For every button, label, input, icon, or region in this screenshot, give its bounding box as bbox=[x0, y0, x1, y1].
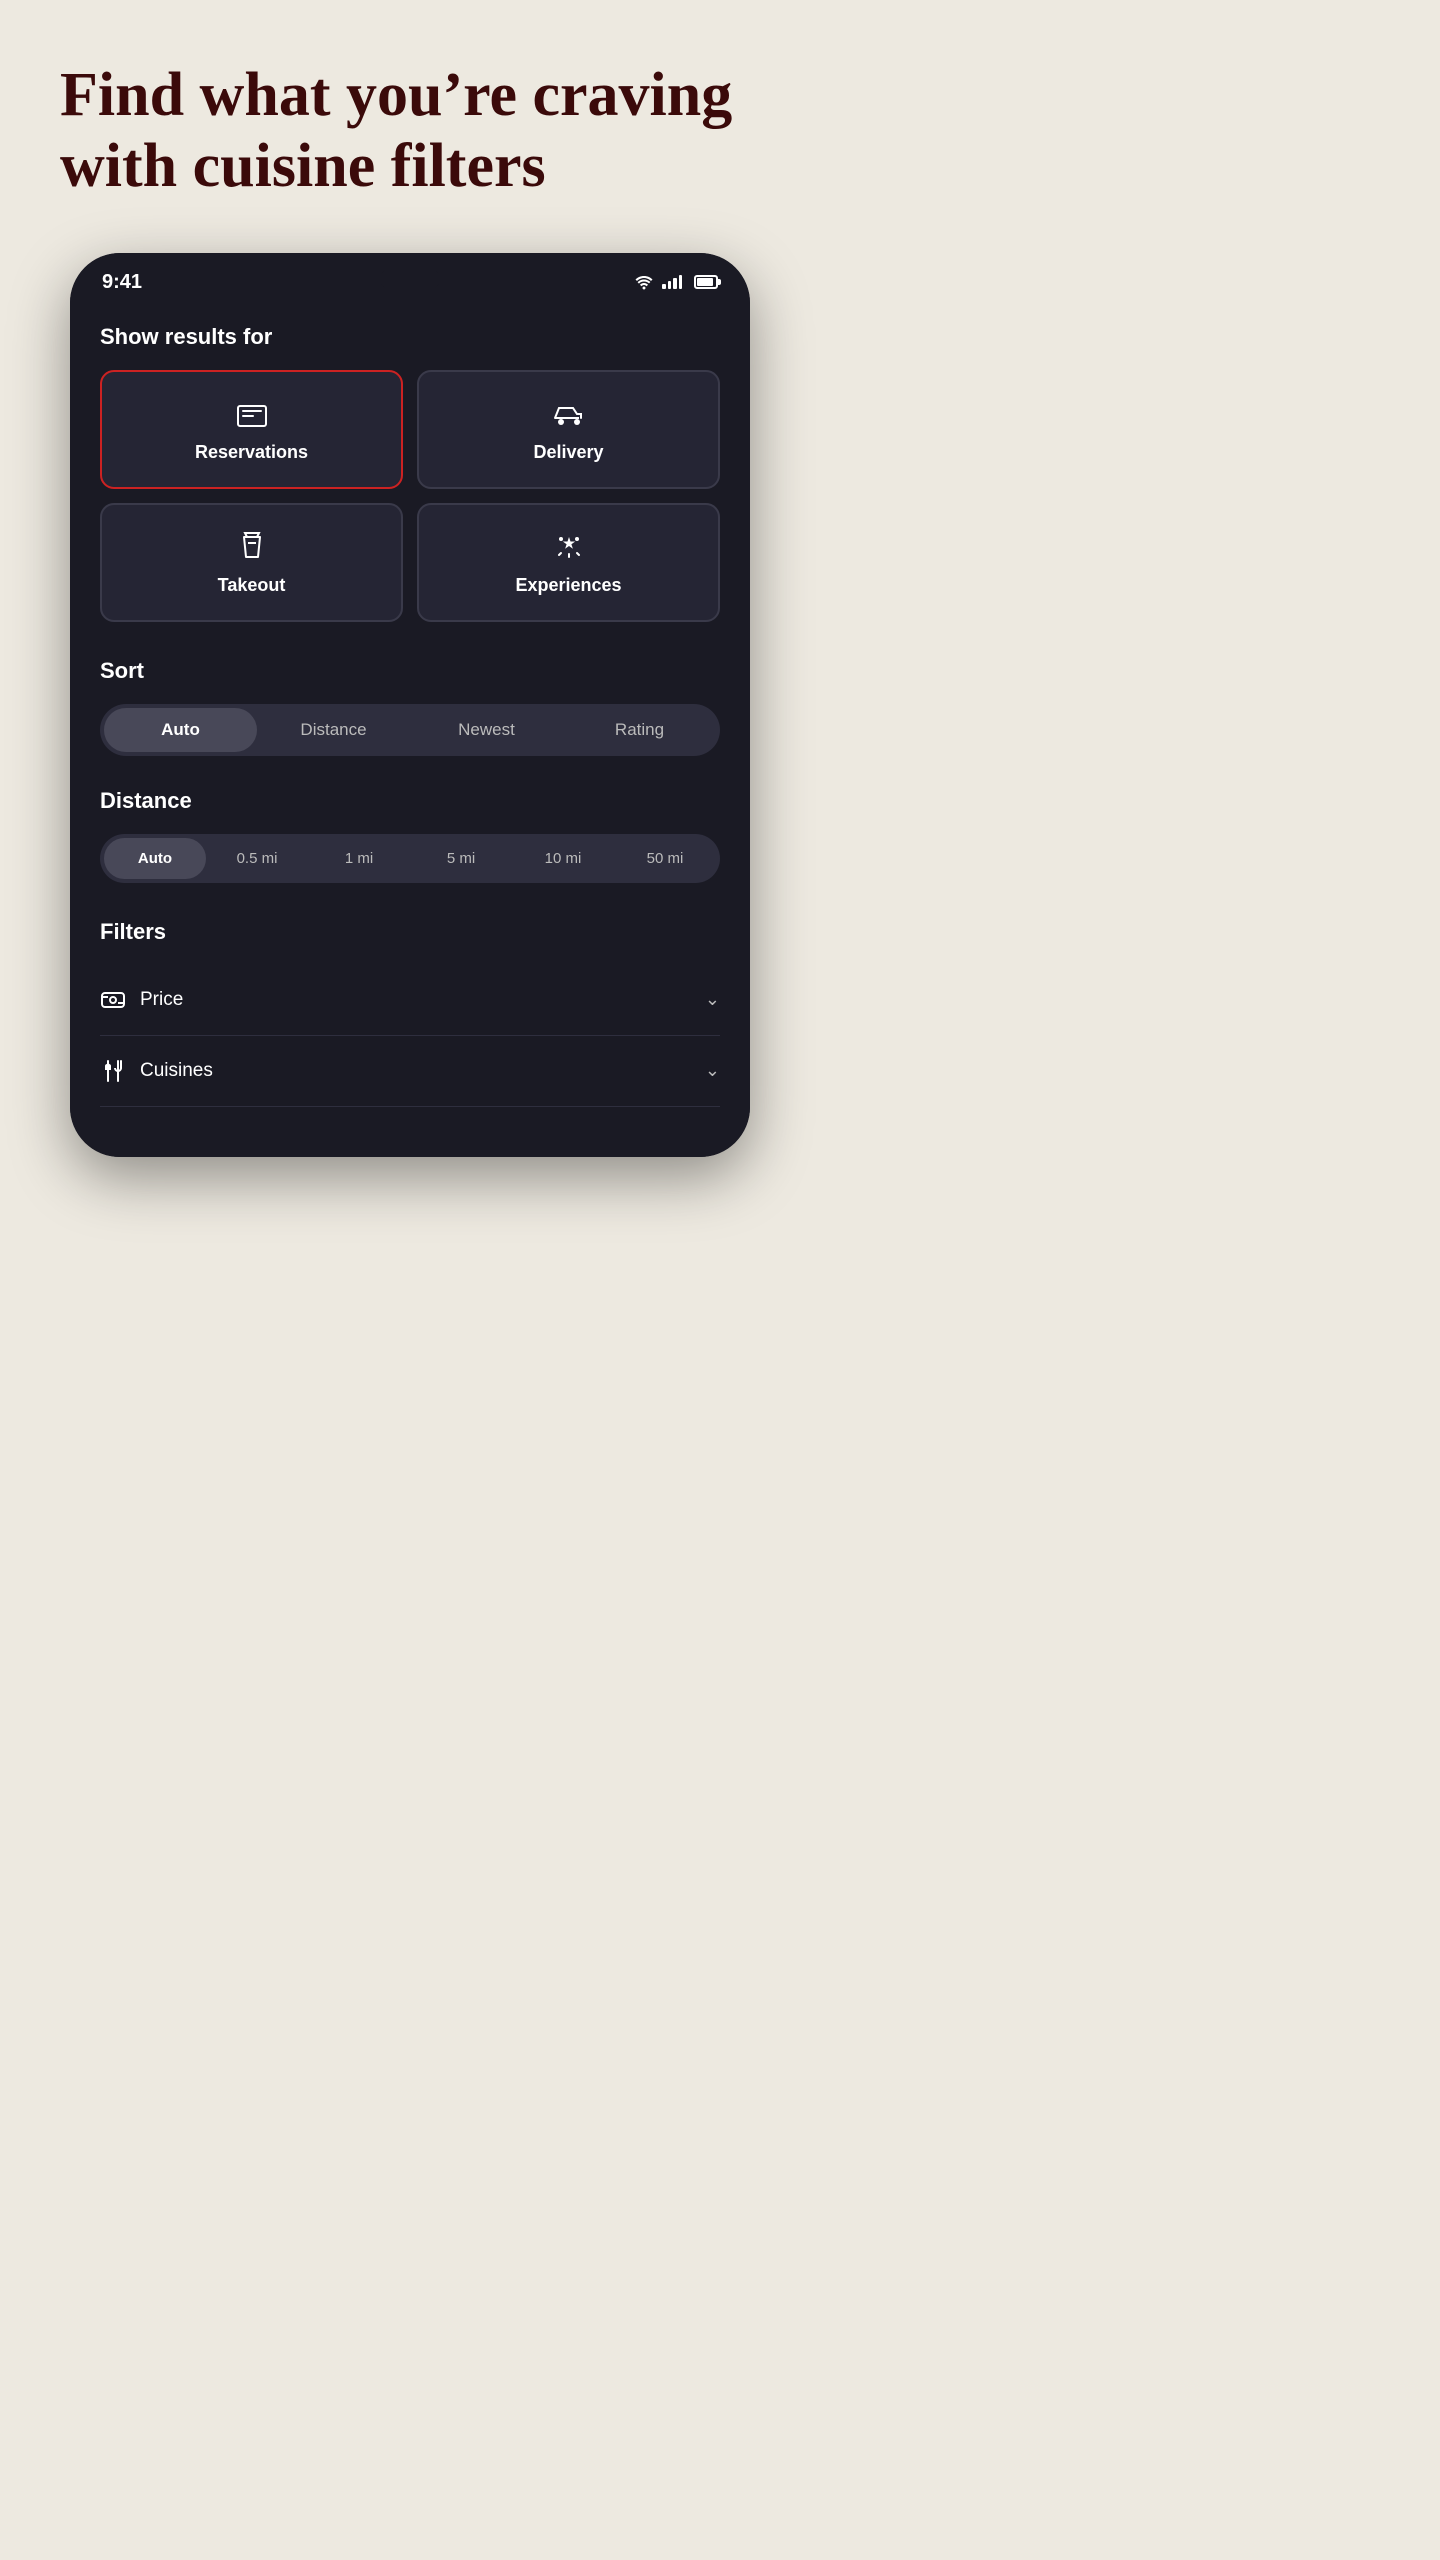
result-type-grid: Reservations Delivery Takeo bbox=[100, 370, 720, 622]
distance-half-mi[interactable]: 0.5 mi bbox=[206, 838, 308, 879]
sort-auto[interactable]: Auto bbox=[104, 708, 257, 752]
sort-label: Sort bbox=[100, 658, 720, 684]
sort-rating[interactable]: Rating bbox=[563, 708, 716, 752]
price-filter-label: Price bbox=[140, 989, 183, 1011]
takeout-icon bbox=[234, 529, 270, 565]
phone-time: 9:41 bbox=[102, 271, 142, 294]
price-icon bbox=[100, 987, 126, 1013]
sort-section: Sort Auto Distance Newest Rating bbox=[100, 658, 720, 756]
reservations-icon bbox=[234, 396, 270, 432]
filters-section: Filters Price ⌄ bbox=[100, 919, 720, 1107]
distance-5mi[interactable]: 5 mi bbox=[410, 838, 512, 879]
phone-notch bbox=[380, 269, 440, 289]
sort-distance[interactable]: Distance bbox=[257, 708, 410, 752]
cuisines-icon bbox=[100, 1058, 126, 1084]
distance-auto[interactable]: Auto bbox=[104, 838, 206, 879]
price-filter-row[interactable]: Price ⌄ bbox=[100, 965, 720, 1036]
signal-icon bbox=[662, 275, 682, 289]
distance-pill-group: Auto 0.5 mi 1 mi 5 mi 10 mi 50 mi bbox=[100, 834, 720, 883]
phone-status-icons bbox=[634, 274, 718, 290]
takeout-label: Takeout bbox=[218, 575, 286, 596]
sort-pill-group: Auto Distance Newest Rating bbox=[100, 704, 720, 756]
distance-1mi[interactable]: 1 mi bbox=[308, 838, 410, 879]
battery-icon bbox=[694, 275, 718, 289]
distance-10mi[interactable]: 10 mi bbox=[512, 838, 614, 879]
delivery-card[interactable]: Delivery bbox=[417, 370, 720, 489]
page-title: Find what you’re craving with cuisine fi… bbox=[40, 60, 732, 203]
takeout-card[interactable]: Takeout bbox=[100, 503, 403, 622]
distance-label: Distance bbox=[100, 788, 720, 814]
cuisines-filter-label: Cuisines bbox=[140, 1060, 213, 1082]
delivery-icon bbox=[551, 396, 587, 432]
phone-mockup: 9:41 Show results for bbox=[70, 253, 750, 1157]
phone-status-bar: 9:41 bbox=[70, 253, 750, 304]
sort-newest[interactable]: Newest bbox=[410, 708, 563, 752]
delivery-label: Delivery bbox=[533, 442, 603, 463]
experiences-icon bbox=[551, 529, 587, 565]
experiences-card[interactable]: Experiences bbox=[417, 503, 720, 622]
experiences-label: Experiences bbox=[515, 575, 621, 596]
price-chevron-icon: ⌄ bbox=[705, 989, 720, 1010]
show-results-label: Show results for bbox=[100, 324, 720, 350]
distance-section: Distance Auto 0.5 mi 1 mi 5 mi 10 mi 50 … bbox=[100, 788, 720, 883]
cuisines-filter-row[interactable]: Cuisines ⌄ bbox=[100, 1036, 720, 1107]
reservations-label: Reservations bbox=[195, 442, 308, 463]
distance-50mi[interactable]: 50 mi bbox=[614, 838, 716, 879]
reservations-card[interactable]: Reservations bbox=[100, 370, 403, 489]
cuisines-chevron-icon: ⌄ bbox=[705, 1060, 720, 1081]
phone-screen: Show results for Reservations bbox=[70, 304, 750, 1157]
wifi-icon bbox=[634, 274, 654, 290]
filters-label: Filters bbox=[100, 919, 720, 945]
